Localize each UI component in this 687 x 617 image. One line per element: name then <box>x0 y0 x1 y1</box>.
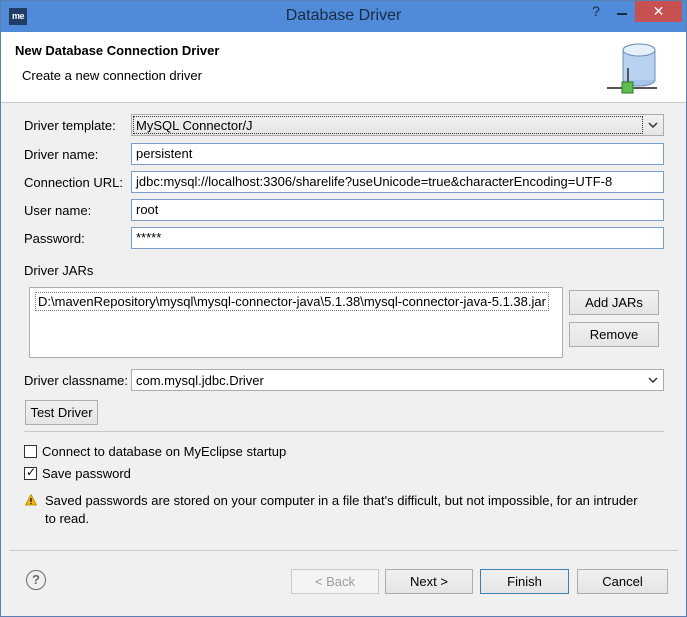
cancel-label: Cancel <box>602 574 643 589</box>
remove-jar-button[interactable]: Remove <box>569 322 659 347</box>
driver-classname-select[interactable]: com.mysql.jdbc.Driver <box>131 369 664 391</box>
driver-jars-label: Driver JARs <box>24 263 94 278</box>
finish-label: Finish <box>507 574 542 589</box>
minimize-button[interactable] <box>609 1 635 22</box>
driver-template-value: MySQL Connector/J <box>133 116 643 134</box>
help-window-button[interactable]: ? <box>583 1 609 22</box>
checkmark-icon: ✓ <box>26 465 37 479</box>
finish-button[interactable]: Finish <box>480 569 569 594</box>
database-driver-dialog: me Database Driver ? ✕ New Database Conn… <box>0 0 687 617</box>
next-label: Next > <box>410 574 448 589</box>
next-button[interactable]: Next > <box>385 569 473 594</box>
banner-title: New Database Connection Driver <box>15 43 220 58</box>
footer-divider <box>9 550 678 551</box>
driver-template-select[interactable]: MySQL Connector/J <box>131 114 664 136</box>
header-banner: New Database Connection Driver Create a … <box>1 32 686 103</box>
chevron-down-icon <box>648 377 658 384</box>
options-divider <box>24 431 664 432</box>
close-icon: ✕ <box>652 3 665 19</box>
test-driver-button[interactable]: Test Driver <box>25 400 98 425</box>
user-name-input[interactable]: root <box>131 199 664 221</box>
database-connection-icon <box>607 43 657 94</box>
banner-subtitle: Create a new connection driver <box>22 68 202 83</box>
save-password-label: Save password <box>42 466 131 481</box>
title-bar[interactable]: me Database Driver ? ✕ <box>1 1 686 32</box>
driver-classname-value: com.mysql.jdbc.Driver <box>136 373 264 388</box>
user-name-label: User name: <box>24 203 92 218</box>
list-item[interactable]: D:\mavenRepository\mysql\mysql-connector… <box>35 292 549 311</box>
minimize-icon <box>617 13 627 15</box>
connect-on-startup-label: Connect to database on MyEclipse startup <box>42 444 287 459</box>
back-button[interactable]: < Back <box>291 569 379 594</box>
close-button[interactable]: ✕ <box>635 1 682 22</box>
connection-url-label: Connection URL: <box>24 175 123 190</box>
help-icon[interactable]: ? <box>26 570 46 590</box>
saved-password-warning: Saved passwords are stored on your compu… <box>45 493 638 526</box>
save-password-checkbox[interactable]: ✓ <box>24 465 37 480</box>
driver-template-label: Driver template: <box>24 118 116 133</box>
chevron-down-icon <box>648 122 658 129</box>
driver-name-label: Driver name: <box>24 147 99 162</box>
cancel-button[interactable]: Cancel <box>577 569 668 594</box>
back-label: < Back <box>314 574 356 589</box>
add-jars-button[interactable]: Add JARs <box>569 290 659 315</box>
question-mark-icon: ? <box>592 3 600 19</box>
password-input[interactable]: ***** <box>131 227 664 249</box>
driver-jars-list[interactable]: D:\mavenRepository\mysql\mysql-connector… <box>29 287 563 358</box>
warning-icon <box>25 494 37 506</box>
driver-name-input[interactable]: persistent <box>131 143 664 165</box>
driver-classname-label: Driver classname: <box>24 373 129 388</box>
connection-url-input[interactable]: jdbc:mysql://localhost:3306/sharelife?us… <box>131 171 664 193</box>
connect-on-startup-checkbox[interactable] <box>24 445 37 458</box>
password-label: Password: <box>24 231 85 246</box>
